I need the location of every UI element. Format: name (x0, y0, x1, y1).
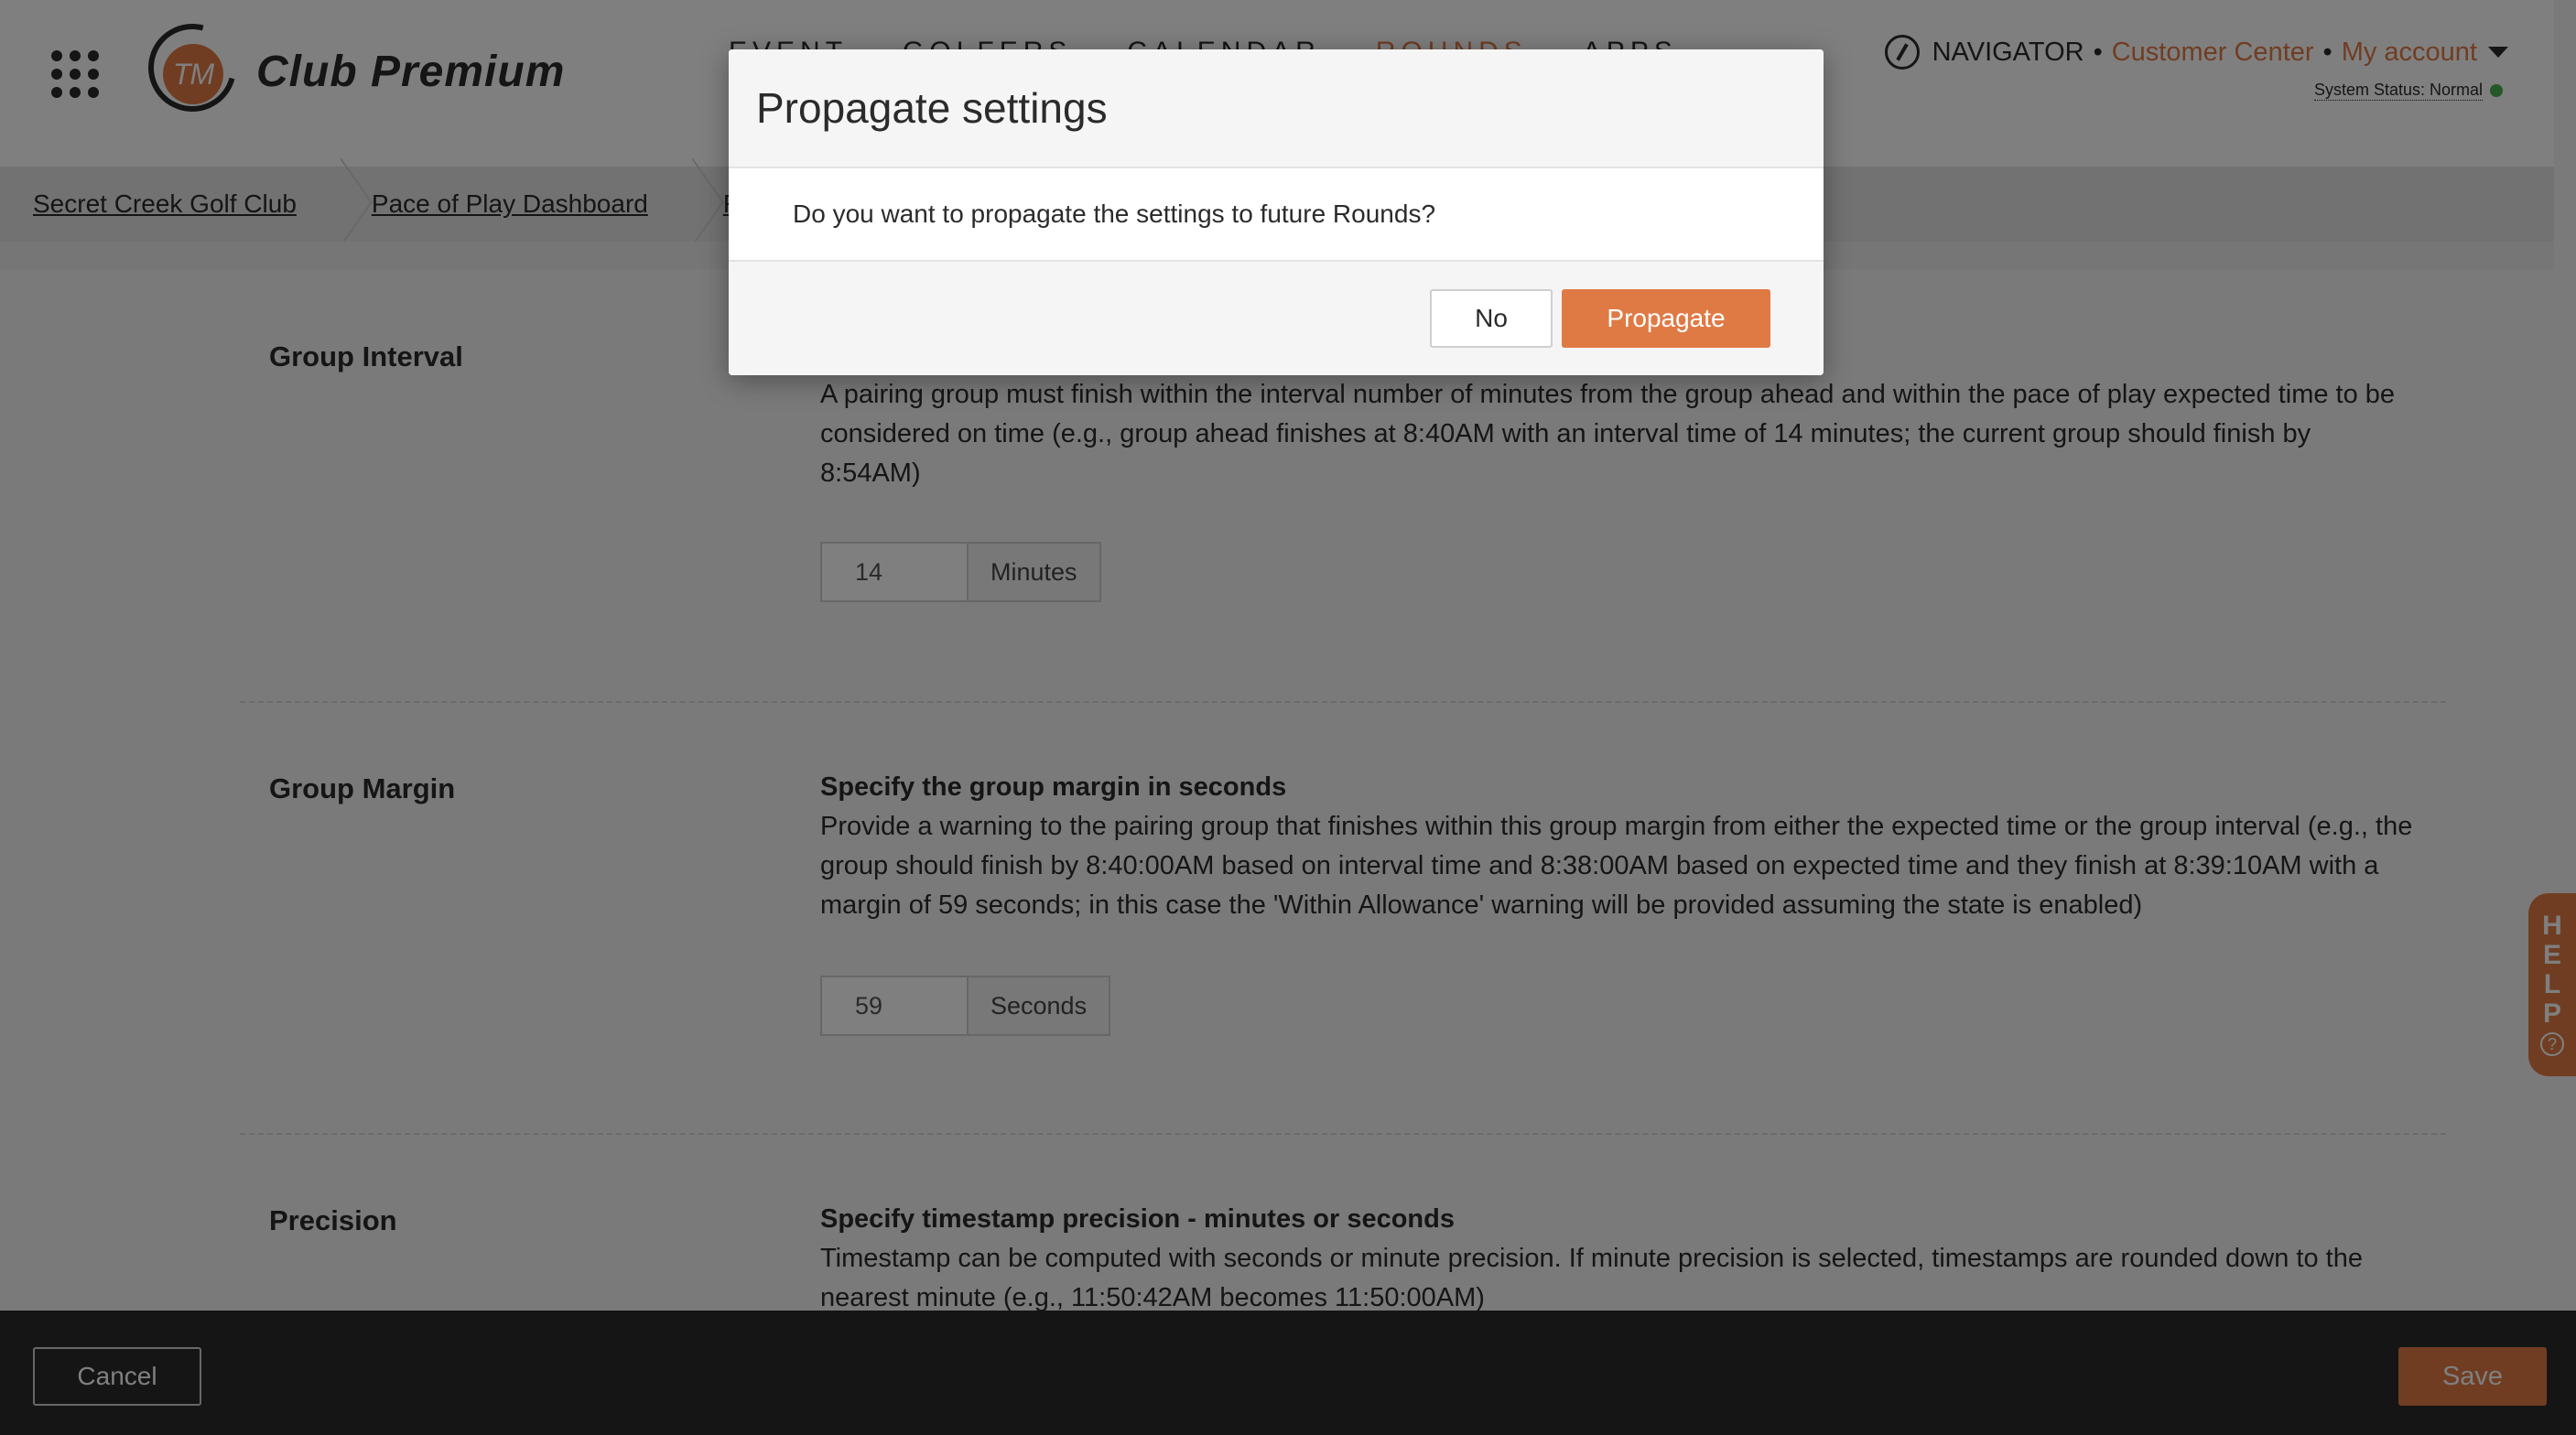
dialog-header: Propagate settings (729, 49, 1824, 168)
dialog-body: Do you want to propagate the settings to… (729, 168, 1824, 262)
dialog-message: Do you want to propagate the settings to… (793, 200, 1436, 228)
propagate-button[interactable]: Propagate (1562, 289, 1770, 348)
dialog-footer: No Propagate (729, 262, 1824, 375)
propagate-settings-dialog: Propagate settings Do you want to propag… (729, 49, 1824, 375)
dialog-title: Propagate settings (756, 84, 1108, 132)
no-button[interactable]: No (1430, 289, 1553, 348)
